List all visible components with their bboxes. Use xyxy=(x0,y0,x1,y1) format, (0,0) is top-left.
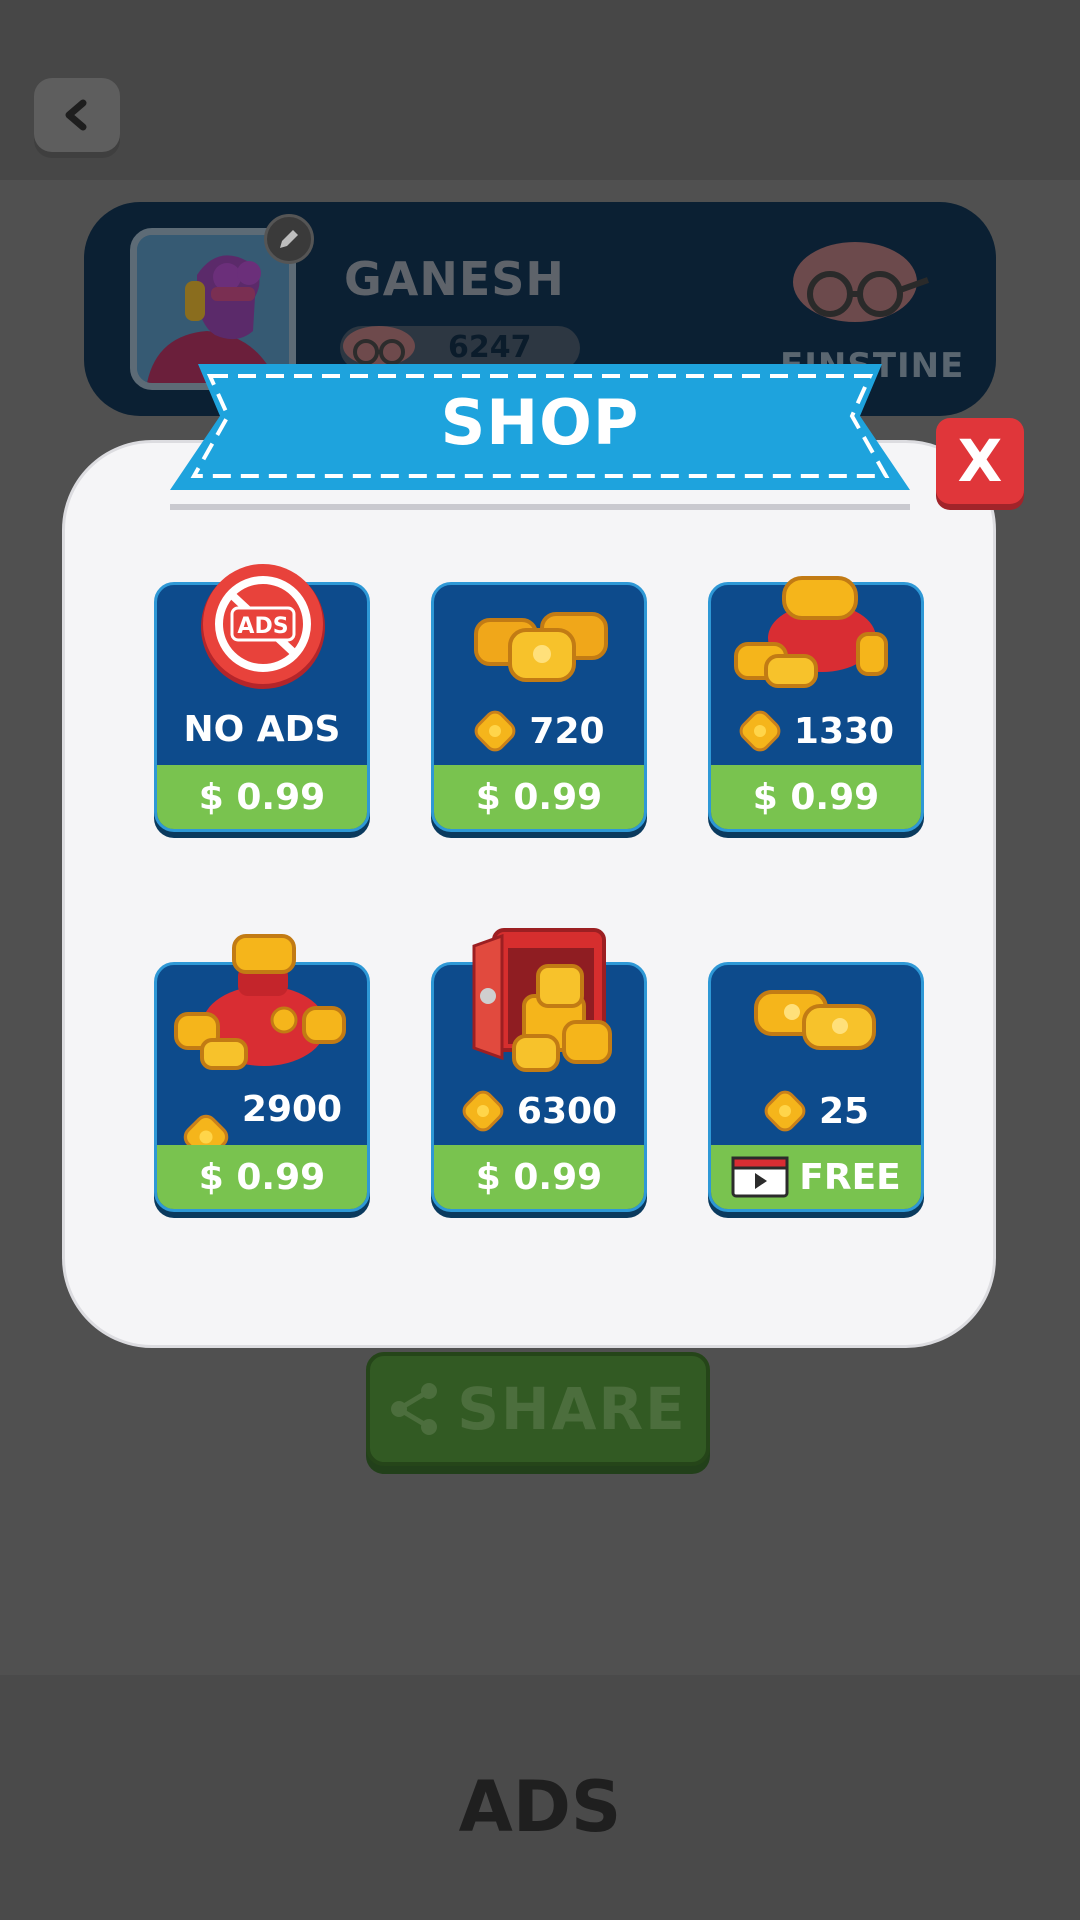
item-amount: 6300 xyxy=(434,1089,644,1133)
edit-profile-button[interactable] xyxy=(264,214,314,264)
coin-amount: 720 xyxy=(529,710,605,752)
share-icon xyxy=(391,1383,438,1435)
coin-amount: 2900 xyxy=(241,1088,343,1130)
coin-icon xyxy=(739,710,781,752)
chevron-left-icon xyxy=(65,99,87,131)
coin-purse-icon xyxy=(734,576,888,688)
item-amount: 720 xyxy=(434,709,644,753)
close-button[interactable]: X xyxy=(936,418,1024,504)
coin-icon xyxy=(764,1090,806,1132)
score-value: 6247 xyxy=(448,330,532,365)
svg-text:ADS: ADS xyxy=(237,614,288,639)
coin-safe-icon xyxy=(472,928,612,1072)
shop-title: SHOP xyxy=(440,386,640,459)
video-ad-icon xyxy=(731,1156,789,1198)
price-label: $ 0.99 xyxy=(434,1145,644,1209)
pencil-icon xyxy=(280,230,298,248)
coin-pair-icon xyxy=(754,990,876,1050)
coin-icon xyxy=(475,710,516,752)
coin-amount: 25 xyxy=(818,1090,870,1132)
price-label: $ 0.99 xyxy=(434,765,644,829)
share-button[interactable]: SHARE xyxy=(366,1352,710,1466)
top-bar xyxy=(0,0,1080,180)
coin-amount: 1330 xyxy=(793,710,895,752)
price-label: $ 0.99 xyxy=(157,1145,367,1209)
coin-bag-icon xyxy=(174,934,346,1070)
share-label: SHARE xyxy=(457,1375,687,1443)
free-price: FREE xyxy=(711,1145,921,1209)
coin-pile-icon xyxy=(474,612,608,682)
free-label: FREE xyxy=(799,1156,901,1198)
ads-label: ADS xyxy=(458,1766,622,1848)
item-amount: 1330 xyxy=(711,709,921,753)
coin-amount: 6300 xyxy=(516,1090,618,1132)
player-name: GANESH xyxy=(344,252,565,306)
price-label: $ 0.99 xyxy=(157,765,367,829)
price-label: $ 0.99 xyxy=(711,765,921,829)
item-amount: 25 xyxy=(711,1089,921,1133)
avatar-character-icon xyxy=(137,235,289,383)
rank-brain-icon xyxy=(793,242,930,322)
coin-icon xyxy=(462,1090,504,1132)
back-button[interactable] xyxy=(34,78,120,152)
no-ads-icon: ADS xyxy=(201,564,325,689)
item-label: NO ADS xyxy=(183,709,341,750)
